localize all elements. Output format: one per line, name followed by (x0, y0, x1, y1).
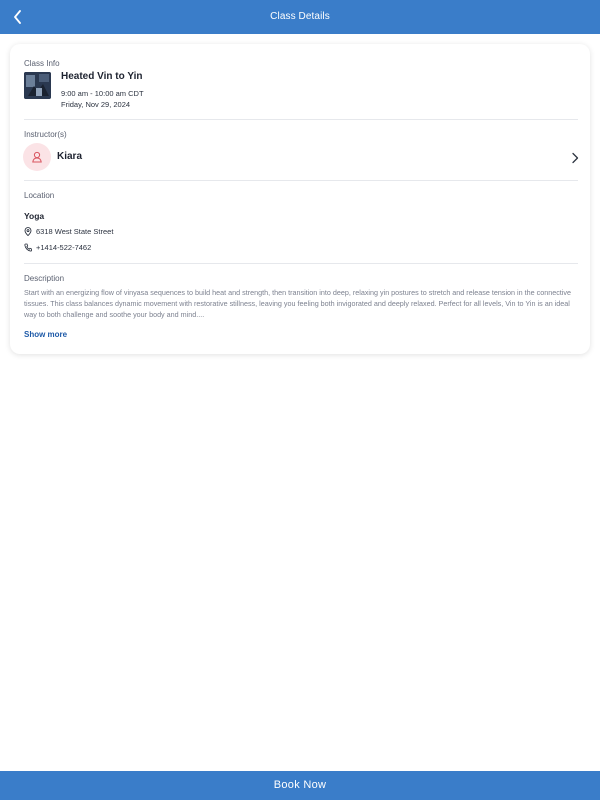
show-more-link[interactable]: Show more (24, 330, 67, 339)
location-name: Yoga (24, 211, 45, 221)
instructor-row[interactable]: Kiara (22, 141, 582, 173)
divider (24, 180, 578, 181)
location-label: Location (24, 191, 55, 200)
class-name: Heated Vin to Yin (61, 71, 143, 82)
header-bar: Class Details (0, 0, 600, 34)
class-details-card: Class Info Heated Vin to Yin 9:00 am - 1… (10, 44, 590, 354)
phone-text: +1414-522-7462 (36, 243, 92, 252)
class-info-label: Class Info (24, 59, 60, 68)
description-label: Description (24, 274, 65, 283)
instructor-label: Instructor(s) (24, 130, 67, 139)
location-phone[interactable]: +1414-522-7462 (24, 243, 91, 252)
class-date: Friday, Nov 29, 2024 (61, 100, 131, 109)
divider (24, 119, 578, 120)
class-thumbnail (24, 72, 51, 99)
phone-icon (24, 243, 32, 252)
person-icon (31, 151, 43, 163)
address-text: 6318 West State Street (36, 227, 114, 236)
description-text: Start with an energizing flow of vinyasa… (24, 288, 571, 319)
book-now-button[interactable]: Book Now (0, 771, 600, 800)
class-time: 9:00 am - 10:00 am CDT (61, 89, 144, 98)
avatar (23, 143, 51, 171)
page-title: Class Details (270, 11, 330, 22)
map-pin-icon (24, 227, 32, 236)
chevron-right-icon (570, 151, 580, 164)
location-address: 6318 West State Street (24, 227, 113, 236)
instructor-name: Kiara (57, 151, 83, 162)
divider (24, 263, 578, 264)
